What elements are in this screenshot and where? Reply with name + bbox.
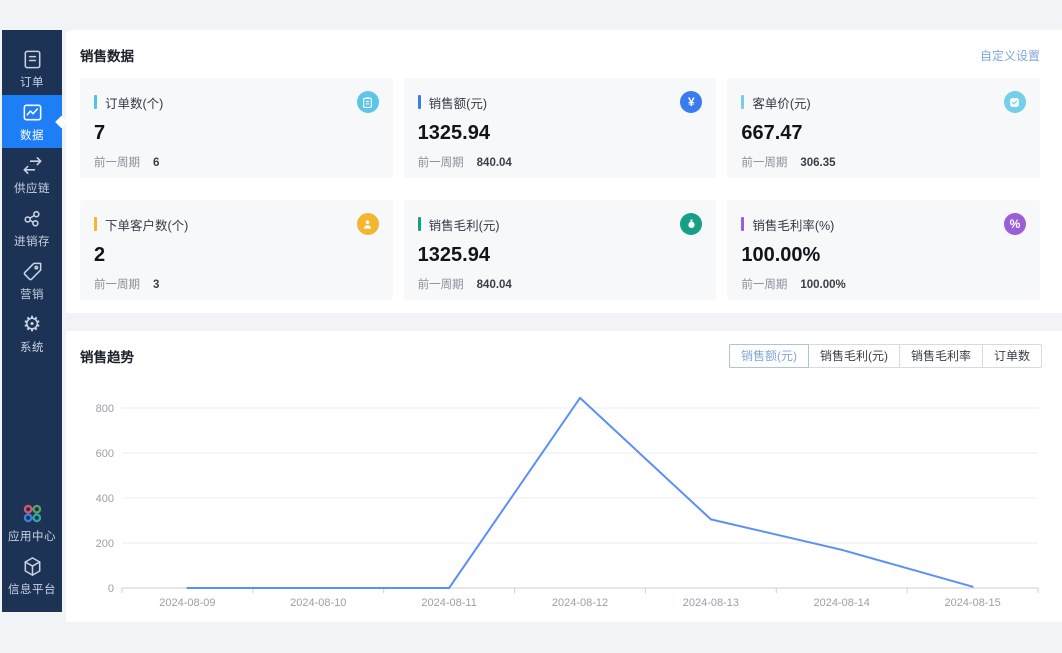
trend-tab-订单数[interactable]: 订单数: [981, 344, 1042, 368]
sidebar-item-label: 应用中心: [8, 530, 56, 543]
card-label: 销售毛利(元): [428, 218, 500, 233]
stat-card: 订单数(个) 7 前一周期 6: [80, 78, 393, 178]
document-icon: [21, 48, 44, 71]
svg-text:2024-08-11: 2024-08-11: [421, 597, 476, 609]
prev-period-label: 前一周期: [94, 279, 140, 291]
trend-metric-tabs: 销售额(元) 销售毛利(元) 销售毛利率 订单数: [728, 344, 1042, 368]
card-value: 1325.94: [417, 244, 490, 266]
card-accent-bar: [741, 217, 745, 231]
svg-text:200: 200: [96, 538, 114, 550]
moneybag-icon: [680, 213, 703, 235]
line-chart-icon: [21, 101, 44, 124]
card-label: 销售毛利率(%): [752, 218, 835, 233]
percent-icon: %: [1003, 213, 1026, 235]
sidebar-item-订单[interactable]: 订单: [2, 42, 62, 95]
prev-period-value: 3: [153, 279, 160, 291]
sidebar-item-系统[interactable]: ⚙ 系统: [2, 307, 62, 360]
svg-text:0: 0: [108, 583, 114, 595]
sidebar: 订单 数据 供应链 进销存 营销 ⚙ 系统 应用中心 信息平台: [2, 30, 68, 612]
prev-period-value: 306.35: [800, 157, 836, 169]
svg-text:2024-08-09: 2024-08-09: [159, 597, 215, 609]
stat-card: 销售额(元) ¥ 1325.94 前一周期 840.04: [403, 78, 717, 178]
trend-tab-销售毛利(元)[interactable]: 销售毛利(元): [807, 344, 900, 368]
card-label: 订单数(个): [105, 96, 164, 111]
trend-tab-销售毛利率[interactable]: 销售毛利率: [898, 344, 983, 368]
sales-trend-panel: 销售趋势 销售额(元) 销售毛利(元) 销售毛利率 订单数 0 200 400 600 800…: [66, 331, 1062, 622]
card-accent-bar: [741, 95, 745, 109]
stat-card-grid: 订单数(个) 7 前一周期 6 销售额(元) ¥ 1325.94 前一周期 840.…: [80, 78, 1040, 300]
stat-card: 销售毛利(元) 1325.94 前一周期 840.04: [403, 200, 717, 300]
svg-text:2024-08-14: 2024-08-14: [814, 597, 870, 609]
sales-trend-title: 销售趋势: [80, 350, 134, 365]
sidebar-item-label: 订单: [20, 76, 44, 89]
card-accent-bar: [94, 95, 97, 109]
sidebar-item-供应链[interactable]: 供应链: [2, 148, 62, 201]
prev-period-value: 100.00%: [800, 279, 846, 291]
sidebar-item-营销[interactable]: 营销: [2, 254, 62, 307]
prev-period-value: 840.04: [476, 157, 512, 169]
svg-text:2024-08-13: 2024-08-13: [683, 597, 739, 609]
svg-text:800: 800: [96, 403, 114, 415]
sidebar-item-label: 信息平台: [8, 583, 56, 596]
card-value: 100.00%: [741, 244, 821, 266]
svg-text:400: 400: [96, 493, 114, 505]
swap-arrows-icon: [21, 154, 44, 177]
svg-text:600: 600: [96, 448, 114, 460]
svg-text:2024-08-12: 2024-08-12: [552, 597, 608, 609]
card-value: 1325.94: [417, 122, 490, 144]
card-label: 客单价(元): [752, 96, 811, 111]
cube-icon: [21, 555, 44, 578]
prev-period-label: 前一周期: [417, 279, 464, 291]
sidebar-item-进销存[interactable]: 进销存: [2, 201, 62, 254]
app-root: 订单 数据 供应链 进销存 营销 ⚙ 系统 应用中心 信息平台 销售数据 自定义…: [0, 0, 1062, 653]
tag-icon: [21, 260, 44, 283]
custom-settings-link[interactable]: 自定义设置: [980, 47, 1040, 64]
card-value: 667.47: [741, 122, 803, 144]
sidebar-item-信息平台[interactable]: 信息平台: [2, 549, 62, 602]
sidebar-item-label: 营销: [20, 288, 44, 301]
card-accent-bar: [417, 95, 421, 109]
sales-trend-chart: 0 200 400 600 800 2024-08-09 2024-08-10 2024-08…: [96, 396, 1039, 609]
user-icon: [356, 213, 379, 235]
trend-tab-销售额(元)[interactable]: 销售额(元): [728, 344, 809, 368]
sidebar-item-label: 供应链: [14, 182, 50, 195]
badge-check-icon: [1003, 91, 1026, 113]
sidebar-item-应用中心[interactable]: 应用中心: [2, 496, 62, 549]
prev-period-value: 840.04: [476, 279, 512, 291]
prev-period-label: 前一周期: [741, 157, 788, 169]
prev-period-label: 前一周期: [741, 279, 788, 291]
clipboard-icon: [356, 91, 379, 113]
card-label: 下单客户数(个): [105, 218, 189, 233]
sidebar-item-label: 系统: [20, 341, 44, 354]
card-value: 7: [94, 122, 106, 144]
sidebar-item-label: 进销存: [14, 235, 50, 248]
stat-card: 下单客户数(个) 2 前一周期 3: [80, 200, 393, 300]
card-accent-bar: [94, 217, 97, 231]
yuan-icon: ¥: [680, 91, 703, 113]
prev-period-value: 6: [153, 157, 160, 169]
stat-card: 销售毛利率(%) % 100.00% 前一周期 100.00%: [727, 200, 1040, 300]
nodes-icon: [21, 207, 44, 230]
card-label: 销售额(元): [428, 96, 487, 111]
gear-icon: ⚙: [22, 312, 42, 336]
sidebar-item-label: 数据: [20, 129, 44, 142]
sales-data-title: 销售数据: [80, 49, 134, 64]
sales-data-panel: 销售数据 自定义设置 订单数(个) 7 前一周期 6 销售额(元) ¥ 1325.…: [66, 30, 1062, 313]
card-value: 2: [94, 244, 106, 266]
svg-text:2024-08-10: 2024-08-10: [290, 597, 346, 609]
apps-icon: [21, 502, 44, 525]
prev-period-label: 前一周期: [94, 157, 140, 169]
main-content: 销售数据 自定义设置 订单数(个) 7 前一周期 6 销售额(元) ¥ 1325.…: [66, 30, 1062, 622]
card-accent-bar: [417, 217, 421, 231]
prev-period-label: 前一周期: [417, 157, 464, 169]
stat-card: 客单价(元) 667.47 前一周期 306.35: [727, 78, 1040, 178]
svg-text:2024-08-15: 2024-08-15: [944, 597, 1000, 609]
sidebar-item-数据[interactable]: 数据: [2, 95, 68, 148]
